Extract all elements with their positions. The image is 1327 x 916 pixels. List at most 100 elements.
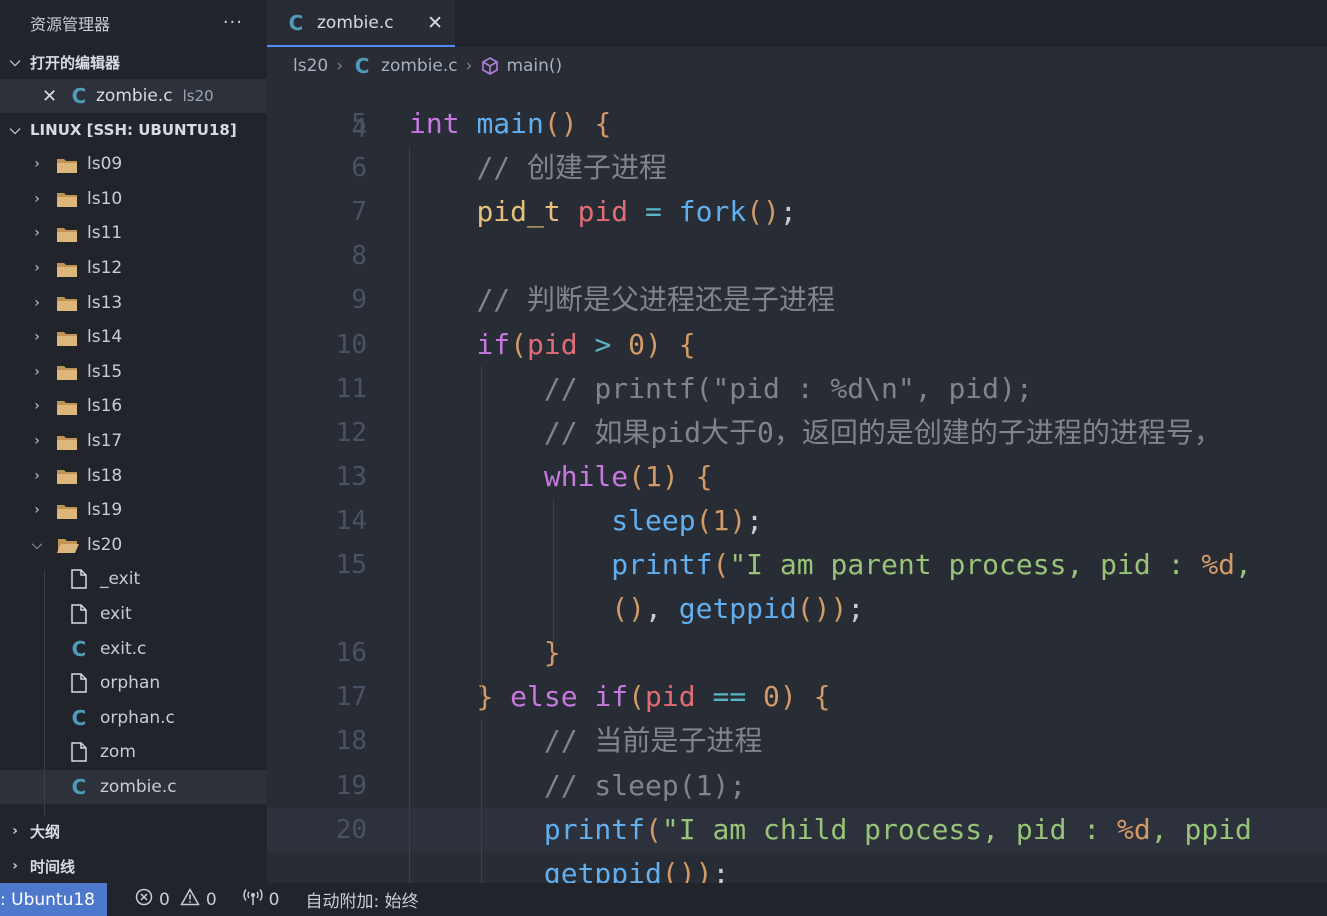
- tree-folder-ls18[interactable]: › ls18: [0, 458, 267, 493]
- code-line[interactable]: (), getppid());: [267, 587, 1327, 631]
- file-icon: [68, 604, 90, 624]
- code-line[interactable]: 15 printf("I am parent process, pid : %d…: [267, 543, 1327, 587]
- explorer-title: 资源管理器: [30, 14, 111, 34]
- code-line[interactable]: getppid());: [267, 852, 1327, 883]
- tree-file-zombie-c[interactable]: Czombie.c: [0, 769, 267, 805]
- tree-folder-ls19[interactable]: › ls19: [0, 493, 267, 528]
- code-line[interactable]: 16 }: [267, 631, 1327, 675]
- tab-zombie-c[interactable]: C zombie.c ✕: [267, 0, 455, 47]
- tree-folder-ls14[interactable]: › ls14: [0, 320, 267, 355]
- c-file-icon: C: [71, 636, 87, 661]
- line-number: 20: [335, 814, 367, 845]
- tab-label: zombie.c: [317, 12, 394, 33]
- tree-file-exit[interactable]: exit: [0, 597, 267, 632]
- indent-guide: [481, 719, 482, 883]
- problems-indicator[interactable]: 0 0: [135, 887, 217, 911]
- code-text: // printf("pid : %d\n", pid);: [543, 371, 1033, 405]
- code-line[interactable]: 5 int main() {: [267, 102, 1327, 146]
- outline-section[interactable]: › 大纲: [0, 814, 267, 848]
- tree-folder-ls20[interactable]: ⌵ ls20: [0, 528, 267, 563]
- tree-folder-ls13[interactable]: › ls13: [0, 285, 267, 320]
- line-number: 10: [335, 329, 367, 360]
- chevron-right-icon: ›: [34, 398, 40, 415]
- code-text: // 当前是子进程: [543, 724, 763, 758]
- breadcrumb-file[interactable]: zombie.c: [381, 56, 458, 76]
- file-label: zombie.c: [100, 776, 177, 797]
- folder-open-icon: [57, 537, 79, 554]
- line-number: 19: [335, 770, 367, 801]
- breadcrumb-symbol[interactable]: main(): [506, 56, 562, 76]
- tree-file-exit-c[interactable]: Cexit.c: [0, 631, 267, 666]
- code-line[interactable]: 19 // sleep(1);: [267, 764, 1327, 808]
- tree-folder-ls10[interactable]: › ls10: [0, 182, 267, 217]
- chevron-right-icon: ›: [34, 329, 40, 346]
- code-line[interactable]: 13 while(1) {: [267, 455, 1327, 499]
- code-line[interactable]: 10 if(pid > 0) {: [267, 323, 1327, 367]
- code-line[interactable]: 14 sleep(1);: [267, 499, 1327, 543]
- tree-folder-ls11[interactable]: › ls11: [0, 216, 267, 251]
- folder-label: ls10: [87, 188, 123, 209]
- code-text: while(1) {: [543, 459, 713, 493]
- more-actions-icon[interactable]: ···: [223, 12, 243, 33]
- c-file-icon: C: [71, 774, 87, 799]
- chevron-right-icon: ›: [336, 56, 344, 76]
- tree-file-orphan[interactable]: orphan: [0, 666, 267, 701]
- code-line[interactable]: 11 // printf("pid : %d\n", pid);: [267, 367, 1327, 411]
- tree-folder-ls09[interactable]: › ls09: [0, 147, 267, 182]
- warning-icon: [180, 887, 200, 911]
- line-number: 13: [335, 461, 367, 492]
- folder-label: ls17: [87, 431, 123, 452]
- open-editor-dir: ls20: [182, 87, 214, 105]
- code-text: printf("I am child process, pid : %d, pp…: [543, 812, 1252, 846]
- chevron-right-icon: ›: [12, 823, 18, 839]
- code-line[interactable]: 20 printf("I am child process, pid : %d,…: [267, 807, 1327, 852]
- tree-file--exit[interactable]: _exit: [0, 562, 267, 597]
- tree-folder-ls16[interactable]: › ls16: [0, 389, 267, 424]
- explorer-header: 资源管理器 ···: [0, 0, 267, 45]
- folder-icon: [57, 330, 77, 346]
- indent-guide: [409, 146, 410, 883]
- workspace-section[interactable]: ⌵ LINUX [SSH: UBUNTU18]: [0, 113, 267, 147]
- chevron-right-icon: ›: [34, 156, 40, 173]
- folder-icon: [57, 434, 77, 450]
- breadcrumb-folder[interactable]: ls20: [293, 56, 328, 76]
- tree-folder-ls12[interactable]: › ls12: [0, 251, 267, 286]
- file-list: _exit exit Cexit.c orphan Corphan.c zom Czombi…: [0, 562, 267, 805]
- folder-label: ls15: [87, 361, 123, 382]
- timeline-section[interactable]: › 时间线: [0, 849, 267, 883]
- code-line[interactable]: 18 // 当前是子进程: [267, 719, 1327, 763]
- code-line[interactable]: 6 // 创建子进程: [267, 146, 1327, 190]
- chevron-down-icon: ⌵: [31, 536, 43, 553]
- remote-indicator[interactable]: : Ubuntu18: [0, 883, 107, 916]
- folder-label: ls13: [87, 292, 123, 313]
- tree-file-orphan-c[interactable]: Corphan.c: [0, 701, 267, 736]
- close-editor-icon[interactable]: ✕: [42, 86, 68, 107]
- code-editor[interactable]: 4 5 int main() {6 // 创建子进程 7 pid_t pid = f…: [267, 85, 1327, 883]
- open-editor-filename: zombie.c: [96, 86, 173, 106]
- chevron-right-icon: ›: [34, 225, 40, 242]
- code-line[interactable]: 7 pid_t pid = fork();: [267, 190, 1327, 234]
- code-line[interactable]: 9 // 判断是父进程还是子进程: [267, 278, 1327, 322]
- open-editors-section[interactable]: ⌵ 打开的编辑器: [0, 45, 267, 79]
- chevron-right-icon: ›: [34, 294, 40, 311]
- file-label: zom: [100, 742, 136, 763]
- code-text: printf("I am parent process, pid : %d,: [611, 548, 1252, 581]
- folder-label: ls19: [87, 500, 123, 521]
- open-editor-item-zombie[interactable]: ✕ C zombie.c ls20: [0, 79, 267, 113]
- explorer-sidebar: 资源管理器 ··· ⌵ 打开的编辑器 ✕ C zombie.c ls20 ⌵ L…: [0, 0, 267, 883]
- line-number: 18: [335, 726, 367, 757]
- status-bar: : Ubuntu18 0 0 0 自动附加: 始终: [0, 883, 1327, 916]
- tree-file-zom[interactable]: zom: [0, 735, 267, 770]
- tree-folder-ls15[interactable]: › ls15: [0, 355, 267, 390]
- code-line[interactable]: 8: [267, 234, 1327, 278]
- auto-attach-indicator[interactable]: 自动附加: 始终: [305, 887, 418, 912]
- symbol-method-icon: [480, 56, 500, 76]
- ports-indicator[interactable]: 0: [243, 888, 279, 911]
- code-line[interactable]: 17 } else if(pid == 0) {: [267, 675, 1327, 719]
- outline-heading: 大纲: [30, 822, 61, 841]
- code-line[interactable]: 12 // 如果pid大于0，返回的是创建的子进程的进程号，: [267, 411, 1327, 455]
- tree-folder-ls17[interactable]: › ls17: [0, 424, 267, 459]
- folder-icon: [57, 261, 77, 277]
- close-tab-icon[interactable]: ✕: [427, 12, 443, 34]
- folder-icon: [57, 399, 77, 415]
